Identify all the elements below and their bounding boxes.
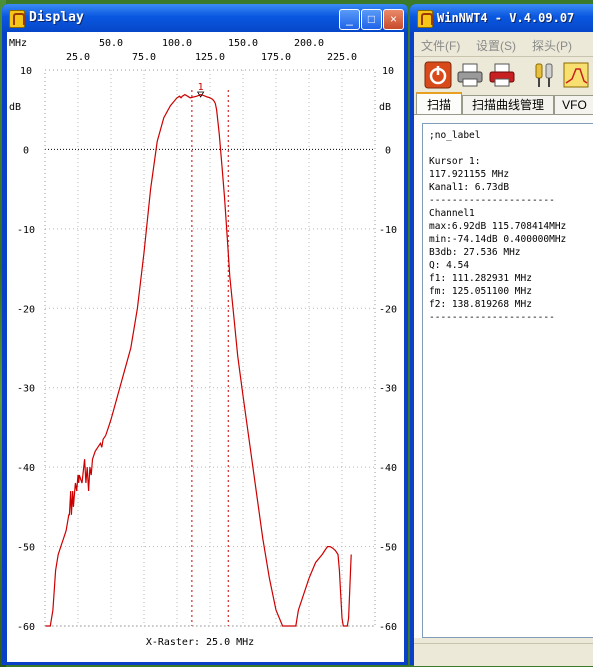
app-icon [9,10,25,28]
y-tick-label-left: -40 [17,463,35,474]
x-tick-label: 225.0 [327,52,357,63]
info-line: f1: 111.282931 MHz [429,273,532,284]
info-line: fm: 125.051100 MHz [429,286,532,297]
maximize-button[interactable]: □ [361,9,382,30]
info-line: f2: 138.819268 MHz [429,299,532,310]
winnwt-titlebar[interactable]: WinNWT4 - V.4.09.07 [410,4,593,32]
x-tick-label: 175.0 [261,52,291,63]
tab-bar: 扫描 扫描曲线管理 VFO [414,92,593,116]
menu-probe[interactable]: 探头(P) [532,37,572,54]
plot-area[interactable]: MHz dB dB 50.0 100.0 150.0 200.0 25.0 75.0 125.0 1… [7,32,404,662]
y-tick-label-right: 0 [385,145,391,156]
info-line: ---------------------- [429,195,555,206]
info-line: ---------------------- [429,312,555,323]
info-line: 117.921155 MHz [429,169,510,180]
info-line: Channel1 [429,208,475,219]
x-tick-label-top: 150.0 [228,38,258,49]
power-icon[interactable] [424,61,452,89]
close-icon: × [389,12,397,26]
y-tick-label-left: -30 [17,384,35,395]
tab-curve-manager[interactable]: 扫描曲线管理 [462,95,554,114]
x-tick-label: 75.0 [132,52,156,63]
probe-icon[interactable] [530,61,558,89]
display-title: Display [29,10,84,25]
marker-label: 1 [198,82,204,93]
close-button[interactable]: × [383,9,404,30]
menu-bar: 文件(F) 设置(S) 探头(P) [414,34,593,54]
display-window: Display _ □ × MHz dB dB 50.0 100.0 150.0 200.0… [2,4,408,665]
x-unit-label: MHz [9,38,27,49]
winnwt-title: WinNWT4 - V.4.09.07 [437,11,575,25]
x-tick-label: 125.0 [195,52,225,63]
y-tick-label-right: -60 [379,622,397,633]
y-tick-label-left: -10 [17,225,35,236]
minimize-button[interactable]: _ [339,9,360,30]
info-line: Kanal1: 6.73dB [429,182,510,193]
status-bar [414,643,593,666]
x-tick-label-top: 100.0 [162,38,192,49]
info-line: max:6.92dB 115.708414MHz [429,221,567,232]
minimize-icon: _ [346,12,353,26]
printer-icon[interactable] [456,61,484,89]
x-tick-label-top: 50.0 [99,38,123,49]
winnwt-window: WinNWT4 - V.4.09.07 文件(F) 设置(S) 探头(P) 扫描… [410,4,593,666]
y-tick-label-left: -50 [17,543,35,554]
info-line: Kursor 1: [429,156,481,167]
y-unit-label-left: dB [9,102,21,113]
y-tick-label-right: -40 [379,463,397,474]
y-unit-label-right: dB [379,102,391,113]
printer-red-icon[interactable] [488,61,516,89]
winnwt-client: 文件(F) 设置(S) 探头(P) 扫描 扫描曲线管理 VFO ;no_labe… [414,32,593,666]
y-tick-label-right: -20 [379,304,397,315]
x-tick-label-top: 200.0 [294,38,324,49]
app-icon [417,10,433,28]
info-line: Q: 4.54 [429,260,470,271]
toolbar [414,56,593,93]
info-line: B3db: 27.536 MHz [429,247,521,258]
tab-sweep[interactable]: 扫描 [416,92,462,116]
display-titlebar[interactable]: Display _ □ × [2,4,408,32]
sweep-panel: ;no_label Kursor 1: 117.921155 MHz Kanal1: … [414,114,593,638]
y-tick-label-right: 10 [382,66,394,77]
info-line: ;no_label [429,130,481,141]
y-tick-label-right: -50 [379,543,397,554]
info-line: min:-74.14dB 0.400000MHz [429,234,567,245]
y-tick-label-right: -10 [379,225,397,236]
y-tick-label-left: -60 [17,622,35,633]
frequency-response-chart: MHz dB dB 50.0 100.0 150.0 200.0 25.0 75.0 125.0 1… [9,38,397,648]
y-tick-label-left: 10 [20,66,32,77]
maximize-icon: □ [367,12,376,26]
x-tick-label: 25.0 [66,52,90,63]
menu-settings[interactable]: 设置(S) [476,37,516,54]
graph-icon[interactable] [562,61,590,89]
tab-vfo[interactable]: VFO [554,95,593,114]
y-tick-label-left: -20 [17,304,35,315]
y-tick-label-right: -30 [379,384,397,395]
menu-file[interactable]: 文件(F) [421,37,460,54]
y-tick-label-left: 0 [23,145,29,156]
measurement-info-box[interactable]: ;no_label Kursor 1: 117.921155 MHz Kanal1: … [422,123,593,638]
x-raster-label: X-Raster: 25.0 MHz [146,637,254,648]
